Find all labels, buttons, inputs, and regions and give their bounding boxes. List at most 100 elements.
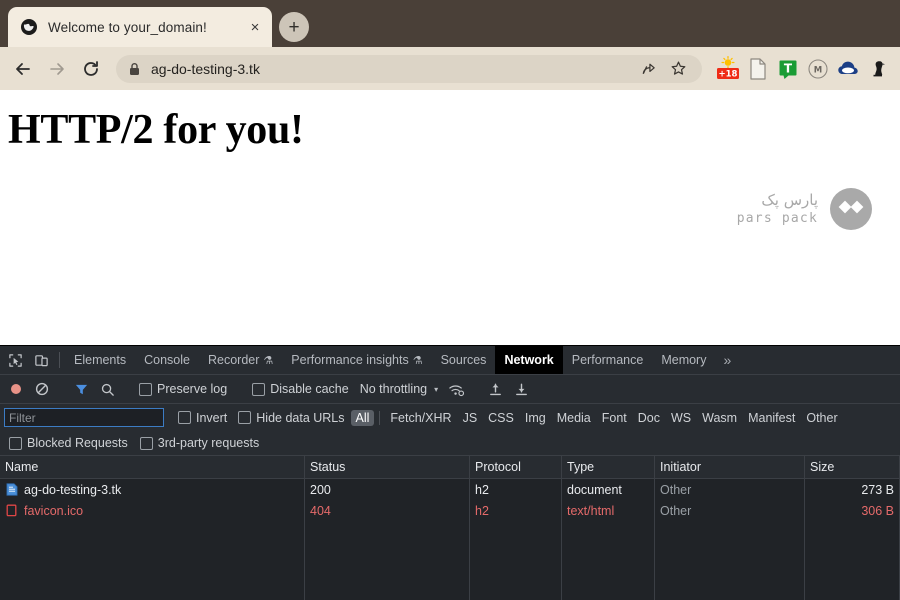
network-filter-bar-secondary: Blocked Requests 3rd-party requests <box>0 431 900 456</box>
third-party-requests-checkbox[interactable]: 3rd-party requests <box>135 436 264 450</box>
metamask-extension-icon[interactable]: M <box>804 55 832 83</box>
record-button[interactable] <box>4 378 28 400</box>
browser-titlebar: Welcome to your_domain! × + <box>0 0 900 47</box>
filter-icon[interactable] <box>69 378 93 400</box>
invert-checkbox[interactable]: Invert <box>173 411 232 425</box>
column-header-name[interactable]: Name <box>0 456 305 478</box>
cloud-extension-icon[interactable] <box>834 55 862 83</box>
resource-type-wasm[interactable]: Wasm <box>697 410 742 426</box>
close-icon[interactable]: × <box>244 16 266 38</box>
resource-type-fetch-xhr[interactable]: Fetch/XHR <box>385 410 456 426</box>
third-party-requests-label: 3rd-party requests <box>158 436 259 450</box>
browser-window: Welcome to your_domain! × + ag-do-testin… <box>0 0 900 600</box>
document-file-icon <box>5 483 18 496</box>
bird-extension-icon[interactable] <box>864 55 892 83</box>
devtools-panel: Elements Console Recorder ⚗ Performance … <box>0 345 900 600</box>
more-panels-icon[interactable]: » <box>715 346 739 374</box>
tab-label: Performance insights <box>291 353 408 367</box>
table-header-row: Name Status Protocol Type Initiator Size <box>0 456 900 479</box>
checkbox-box <box>9 437 22 450</box>
devtools-tab-performance[interactable]: Performance <box>563 346 653 374</box>
image-file-icon <box>5 504 18 517</box>
svg-text:M: M <box>814 65 822 75</box>
svg-text:T: T <box>784 61 793 75</box>
new-tab-button[interactable]: + <box>279 12 309 42</box>
resource-type-manifest[interactable]: Manifest <box>743 410 800 426</box>
device-toolbar-icon[interactable] <box>28 346 54 374</box>
devtools-tab-console[interactable]: Console <box>135 346 199 374</box>
devtools-tab-network[interactable]: Network <box>495 346 562 374</box>
checkbox-box <box>178 411 191 424</box>
inspect-element-icon[interactable] <box>2 346 28 374</box>
document-extension-icon[interactable] <box>744 55 772 83</box>
pars-pack-logo: پارس پک pars pack <box>737 188 872 230</box>
devtools-tab-memory[interactable]: Memory <box>652 346 715 374</box>
disable-cache-checkbox[interactable]: Disable cache <box>247 382 354 396</box>
omnibox-actions <box>636 57 690 81</box>
resource-type-font[interactable]: Font <box>597 410 632 426</box>
request-name: ag-do-testing-3.tk <box>24 483 121 497</box>
filter-input[interactable] <box>4 408 164 427</box>
forward-button[interactable] <box>42 54 72 84</box>
disable-cache-label: Disable cache <box>270 382 349 396</box>
throttling-dropdown[interactable]: No throttling ▾ <box>356 382 442 396</box>
export-har-icon[interactable] <box>509 378 533 400</box>
hide-data-urls-label: Hide data URLs <box>256 411 344 425</box>
brand-wordmark: پارس پک pars pack <box>737 193 818 225</box>
weather-extension-icon[interactable]: +18 <box>714 55 742 83</box>
grid-column-protocol <box>470 521 562 600</box>
checkbox-box <box>140 437 153 450</box>
resource-type-css[interactable]: CSS <box>483 410 519 426</box>
cell-status: 404 <box>305 500 470 521</box>
clear-button[interactable] <box>30 378 54 400</box>
tab-label: Sources <box>441 353 487 367</box>
reload-button[interactable] <box>76 54 106 84</box>
column-header-initiator[interactable]: Initiator <box>655 456 805 478</box>
devtools-tab-performance-insights[interactable]: Performance insights ⚗ <box>282 346 431 374</box>
checkbox-box <box>139 383 152 396</box>
back-button[interactable] <box>8 54 38 84</box>
table-row[interactable]: ag-do-testing-3.tk 200 h2 document Other… <box>0 479 900 500</box>
table-row[interactable]: favicon.ico 404 h2 text/html Other 306 B <box>0 500 900 521</box>
lock-icon <box>128 62 141 76</box>
extensions-bar: +18 T M <box>714 55 892 83</box>
page-title: HTTP/2 for you! <box>8 106 304 154</box>
share-icon[interactable] <box>636 57 660 81</box>
browser-toolbar: ag-do-testing-3.tk +18 <box>0 47 900 90</box>
address-bar[interactable]: ag-do-testing-3.tk <box>116 55 702 83</box>
column-header-protocol[interactable]: Protocol <box>470 456 562 478</box>
brand-persian-text: پارس پک <box>761 193 818 208</box>
toolbar-divider <box>59 352 60 368</box>
cell-type: text/html <box>562 500 655 521</box>
resource-type-js[interactable]: JS <box>458 410 483 426</box>
filter-divider <box>379 411 380 425</box>
grid-column-initiator <box>655 521 805 600</box>
star-icon[interactable] <box>666 57 690 81</box>
column-header-status[interactable]: Status <box>305 456 470 478</box>
cell-name: ag-do-testing-3.tk <box>0 479 305 500</box>
cell-initiator: Other <box>655 500 805 521</box>
blocked-requests-checkbox[interactable]: Blocked Requests <box>4 436 133 450</box>
resource-type-all[interactable]: All <box>351 410 375 426</box>
resource-type-img[interactable]: Img <box>520 410 551 426</box>
devtools-tab-sources[interactable]: Sources <box>432 346 496 374</box>
devtools-tab-elements[interactable]: Elements <box>65 346 135 374</box>
column-header-size[interactable]: Size <box>805 456 900 478</box>
search-icon[interactable] <box>95 378 119 400</box>
resource-type-ws[interactable]: WS <box>666 410 696 426</box>
grid-column-size <box>805 521 900 600</box>
chevron-down-icon: ▾ <box>434 385 438 394</box>
resource-type-doc[interactable]: Doc <box>633 410 665 426</box>
preserve-log-checkbox[interactable]: Preserve log <box>134 382 232 396</box>
throttling-label: No throttling <box>360 382 427 396</box>
import-har-icon[interactable] <box>483 378 507 400</box>
browser-tab-active[interactable]: Welcome to your_domain! × <box>8 7 272 47</box>
cell-status: 200 <box>305 479 470 500</box>
hide-data-urls-checkbox[interactable]: Hide data URLs <box>233 411 349 425</box>
translate-extension-icon[interactable]: T <box>774 55 802 83</box>
resource-type-other[interactable]: Other <box>801 410 842 426</box>
column-header-type[interactable]: Type <box>562 456 655 478</box>
network-conditions-icon[interactable] <box>444 378 468 400</box>
devtools-tab-recorder[interactable]: Recorder ⚗ <box>199 346 282 374</box>
resource-type-media[interactable]: Media <box>552 410 596 426</box>
